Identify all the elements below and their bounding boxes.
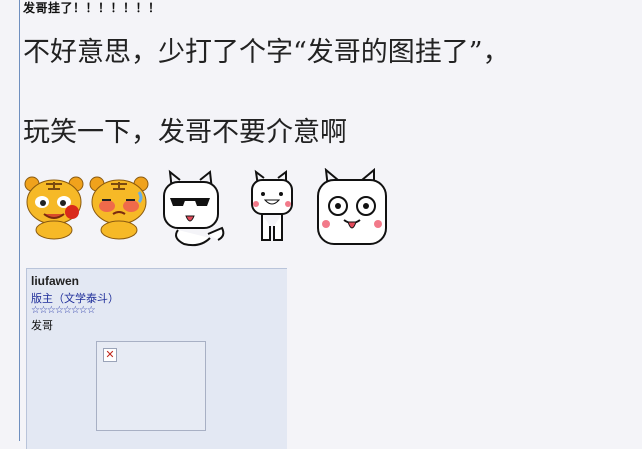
bunny-tongue-icon: [317, 168, 387, 245]
post-text-line1: 不好意思，少打了个字“发哥的图挂了”，: [23, 37, 510, 68]
author-rank: 版主（文学泰斗）: [31, 292, 119, 305]
author-profile-panel: liufawen 版主（文学泰斗） ☆☆☆☆☆☆☆☆ 发哥 ✕: [26, 268, 287, 449]
left-border: [19, 0, 20, 441]
post-title: 发哥挂了！！！！！！！: [23, 1, 161, 15]
bunny-sunglasses-icon: [163, 169, 225, 247]
author-username[interactable]: liufawen: [31, 274, 79, 288]
tiger-smile-icon: [24, 176, 84, 240]
author-nickname: 发哥: [31, 319, 53, 332]
tiger-blush-icon: [89, 176, 149, 240]
bunny-grin-icon: [251, 169, 293, 241]
author-stars: ☆☆☆☆☆☆☆☆: [31, 305, 96, 316]
author-avatar[interactable]: ✕: [96, 341, 206, 431]
broken-image-icon: ✕: [103, 348, 117, 362]
post-text-line2: 玩笑一下，发哥不要介意啊: [23, 117, 347, 148]
